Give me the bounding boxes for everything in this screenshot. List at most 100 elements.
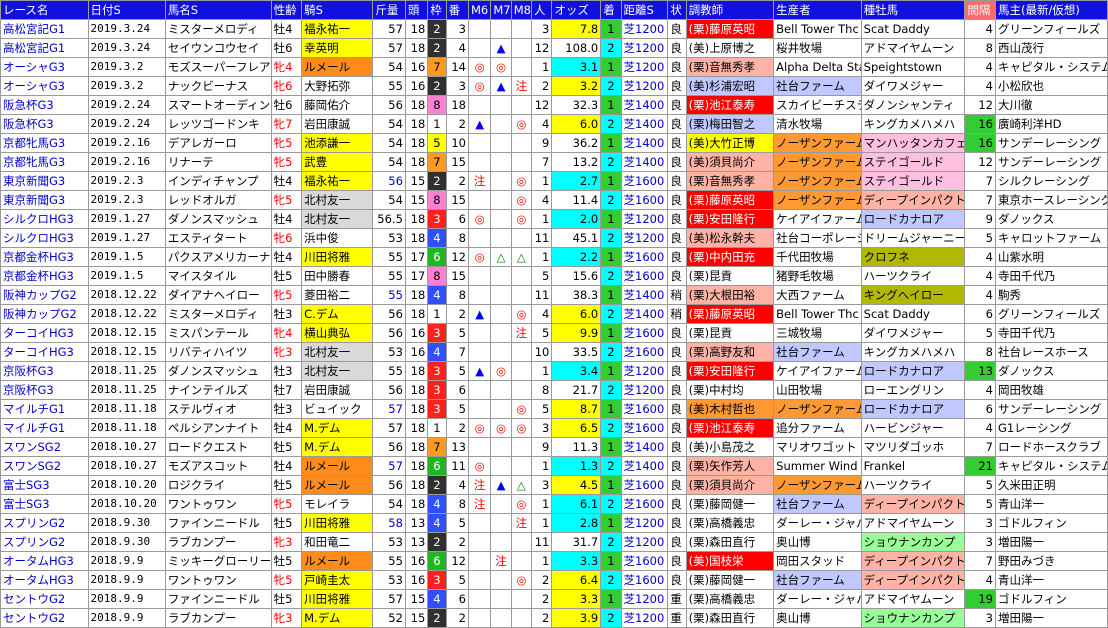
table-row[interactable]: 富士SG3 2018.10.20 ロジクライ 牡5 ルメール 56 18 2 4 注 ▲ △ 3 4.5 1… [0,475,1108,495]
table-cell: マイルチG1 [0,418,89,438]
table-cell: 芝1600 [620,475,669,495]
table-cell: 7.8 [551,19,602,39]
table-row[interactable]: 富士SG3 2018.10.20 ワントゥワン 牝5 モレイラ 54 18 4 8 注 ◎ 1 6.1 2… [0,494,1108,514]
table-cell: 牝3 [270,532,303,552]
table-row[interactable]: 京阪杯G3 2018.11.25 ダノンスマッシュ 牡3 北村友一 55 18 3 5 ▲ ◎ 1 3.… [0,361,1108,381]
table-row[interactable]: ターコイHG3 2018.12.15 リバティハイツ 牝3 北村友一 53 16 4 7 10 33… [0,342,1108,362]
table-row[interactable]: スプリンG2 2018.9.30 ラブカンプー 牝3 和田竜二 53 13 2 2 11 31.7 2… [0,532,1108,552]
column-header[interactable]: オッズ [551,0,602,20]
table-cell: 2 [600,532,622,552]
table-cell: 良 [667,19,687,39]
table-cell [510,532,533,552]
table-cell: デアレガーロ [164,133,272,153]
table-row[interactable]: セントウG2 2018.9.9 ファインニードル 牡5 川田将雅 57 15 4 6 2 3.3 1 芝… [0,589,1108,609]
table-cell: 5 [964,475,996,495]
table-cell: 18 [404,380,429,400]
table-cell: ◎ [510,418,533,438]
column-header[interactable]: 人 [531,0,553,20]
column-header[interactable]: 種牡馬 [860,0,966,20]
table-cell: ファインニードル [164,513,272,533]
column-header[interactable]: 番 [445,0,469,20]
table-cell: 大川徹 [994,95,1108,115]
table-cell: モズスーパーフレア [164,57,272,77]
table-row[interactable]: 京都金杯HG3 2019.1.5 マイスタイル 牡5 田中勝春 55 17 8 15 5 15.6 2… [0,266,1108,286]
column-header[interactable]: 状 [667,0,687,20]
table-cell: 6 [427,247,447,267]
table-cell: 2018.9.9 [87,570,166,590]
column-header[interactable]: 間隔 [964,0,996,20]
table-cell: 7 [964,551,996,571]
table-cell: 1 [600,323,622,343]
column-header[interactable]: 枠 [427,0,447,20]
table-row[interactable]: ターコイHG3 2018.12.15 ミスパンテール 牝4 横山典弘 56 16 3 5 注 5 9.… [0,323,1108,343]
column-header[interactable]: 頭 [404,0,429,20]
table-cell: 奥山博 [773,532,862,552]
table-row[interactable]: 東京新聞G3 2019.2.3 レッドオルガ 牝5 北村友一 54 15 8 15 ◎ 4 11.4 2… [0,190,1108,210]
table-row[interactable]: 阪急杯G3 2019.2.24 レッツゴードンキ 牝7 岩田康誠 54 18 1 2 ▲ ◎ 4 6.0… [0,114,1108,134]
table-cell: 1 [600,19,622,39]
table-cell: 3 [964,513,996,533]
table-row[interactable]: 京都牝馬G3 2019.2.16 デアレガーロ 牝5 池添謙一 54 18 5 10 9 36.2 1… [0,133,1108,153]
column-header[interactable]: M8 [510,0,533,20]
column-header[interactable]: 調教師 [685,0,775,20]
table-cell: △ [510,247,533,267]
table-row[interactable]: 京都金杯HG3 2019.1.5 パクスアメリカーナ 牡4 川田将雅 55 17 6 12 ◎ △ △… [0,247,1108,267]
column-header[interactable]: 騎S [301,0,374,20]
column-header[interactable]: 日付S [87,0,166,20]
table-cell: 3.4 [551,361,602,381]
table-row[interactable]: 京都牝馬G3 2019.2.16 リナーテ 牝5 武豊 54 18 7 15 7 13.2 2 芝140… [0,152,1108,172]
table-cell: 芝1600 [620,247,669,267]
table-row[interactable]: 高松宮記G1 2019.3.24 ミスターメロディ 牡4 福永祐一 57 18 2 3 3 7.8 1… [0,19,1108,39]
column-header[interactable]: M6 [467,0,492,20]
table-row[interactable]: スワンSG2 2018.10.27 モズアスコット 牡4 ルメール 57 18 6 11 ◎ 1 1.… [0,456,1108,476]
table-row[interactable]: 高松宮記G1 2019.3.24 セイウンコウセイ 牡6 幸英明 57 18 2 4 ▲ 12 108… [0,38,1108,58]
table-row[interactable]: スワンSG2 2018.10.27 ロードクエスト 牡5 M.デム 56 18 7 13 9 11.… [0,437,1108,457]
table-row[interactable]: オーシャG3 2019.3.2 ナックビーナス 牝6 大野拓弥 55 16 2 3 ◎ ▲ 注 2 3.2… [0,76,1108,96]
table-row[interactable]: シルクロHG3 2019.1.27 ダノンスマッシュ 牡4 北村友一 56.5 18 3 6 ◎ ◎… [0,209,1108,229]
table-row[interactable]: マイルチG1 2018.11.18 ステルヴィオ 牡3 ビュイック 57 18 3 5 ◎ 5 8.7… [0,399,1108,419]
column-header[interactable]: 生産者 [773,0,862,20]
column-header[interactable]: M7 [490,0,512,20]
column-header[interactable]: 性齢 [270,0,303,20]
table-row[interactable]: オータムHG3 2018.9.9 ワントゥワン 牝5 戸崎圭太 53 16 3 5 ◎ 2 6.4 2 芝… [0,570,1108,590]
table-cell: 7 [531,152,553,172]
table-cell: 大野拓弥 [301,76,374,96]
table-cell: (栗)池江泰寿 [685,95,775,115]
table-cell: ◎ [510,304,533,324]
table-cell: 6.1 [551,494,602,514]
table-row[interactable]: シルクロHG3 2019.1.27 エスティタート 牝6 浜中俊 53 18 4 8 11 45.1… [0,228,1108,248]
table-cell: オーシャG3 [0,57,89,77]
column-header[interactable]: 斤量 [372,0,406,20]
table-cell: 寺田千代乃 [994,266,1108,286]
column-header[interactable]: 馬主(最新/仮想) [994,0,1108,20]
table-cell: 8.7 [551,399,602,419]
column-header[interactable]: 馬名S [164,0,272,20]
table-row[interactable]: 東京新聞G3 2019.2.3 インディチャンプ 牡4 福永祐一 56 15 2 2 注 ◎ 1 2.7… [0,171,1108,191]
table-cell: 18 [404,437,429,457]
table-cell: 1 [600,133,622,153]
table-cell: 良 [667,247,687,267]
table-row[interactable]: 阪神カップG2 2018.12.22 ダイアナヘイロー 牝5 菱田裕二 55 18 4 8 11 3… [0,285,1108,305]
column-header[interactable]: 着 [600,0,622,20]
table-cell: ◎ [490,418,512,438]
table-cell: 17 [404,266,429,286]
column-header[interactable]: 距離S [620,0,669,20]
table-row[interactable]: 阪急杯G3 2019.2.24 スマートオーディン 牡6 藤岡佑介 56 18 8 18 12 32… [0,95,1108,115]
table-row[interactable]: セントウG2 2018.9.9 ラブカンプー 牝3 M.デム 52 15 2 2 2 3.9 2 芝12… [0,608,1108,628]
table-cell: ダーレー・ジャパン [773,513,862,533]
table-row[interactable]: 京阪杯G3 2018.11.25 ナインテイルズ 牡7 岩田康誠 56 18 3 6 8 21.7 2… [0,380,1108,400]
table-cell: (栗)矢作芳人 [685,456,775,476]
table-row[interactable]: スプリンG2 2018.9.30 ファインニードル 牡5 川田将雅 58 13 4 5 注 1 2.8… [0,513,1108,533]
column-header[interactable]: レース名 [0,0,89,20]
table-cell: 7 [445,342,469,362]
table-row[interactable]: マイルチG1 2018.11.18 ペルシアンナイト 牡4 M.デム 57 18 1 2 ◎ ◎ ◎ 3… [0,418,1108,438]
table-cell: 5 [964,228,996,248]
table-cell: 2019.1.5 [87,266,166,286]
table-cell: 駒秀 [994,285,1108,305]
table-row[interactable]: 阪神カップG2 2018.12.22 ミスターメロディ 牡3 C.デム 56 18 1 2 ▲ ◎ 4… [0,304,1108,324]
table-cell: 6.0 [551,114,602,134]
table-row[interactable]: オーシャG3 2019.3.2 モズスーパーフレア 牝4 ルメール 54 16 7 14 ◎ ◎ 1 3… [0,57,1108,77]
table-cell: セントウG2 [0,589,89,609]
table-cell: 牝5 [270,190,303,210]
table-row[interactable]: オータムHG3 2018.9.9 ミッキーグローリー 牡5 ルメール 55 16 6 12 注 1 3… [0,551,1108,571]
